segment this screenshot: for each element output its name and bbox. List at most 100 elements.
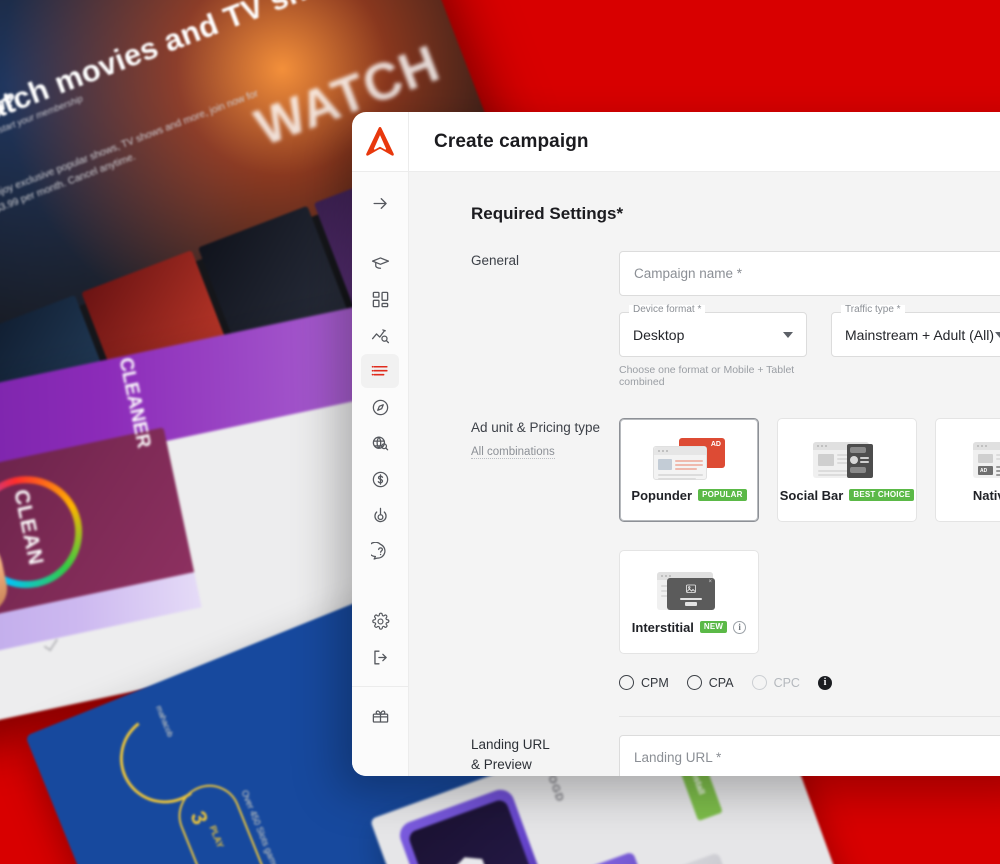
chevron-down-icon [783, 332, 793, 338]
chart-search-icon [371, 326, 390, 345]
sidebar-item-finance[interactable] [361, 462, 399, 496]
campaign-name-input[interactable]: Campaign name * [619, 251, 1000, 296]
dollar-coin-icon [371, 470, 390, 489]
sidebar-item-campaigns[interactable] [361, 354, 399, 388]
device-format-select[interactable]: Desktop [619, 312, 807, 357]
social-bar-card-name: Social Bar [780, 488, 844, 503]
row-general: General Campaign name * Desktop [409, 251, 1000, 388]
ad-unit-label-col: Ad unit & Pricing type All combinations [471, 418, 619, 717]
adsterra-a-logo-icon [365, 126, 395, 158]
sidebar-item-settings[interactable] [361, 604, 399, 638]
ad-unit-cards-row-1: AD [619, 418, 1000, 522]
globe-search-icon [371, 434, 390, 453]
radio-circle [619, 675, 634, 690]
landing-label-line2: & Preview [471, 755, 609, 775]
logo-cell[interactable] [352, 112, 409, 171]
screenshot-root: Watch movies and TV shows Enjoy exclusiv… [0, 0, 1000, 864]
general-label: General [471, 251, 609, 271]
logout-arrow-icon [371, 648, 390, 667]
traffic-type-legend: Traffic type * [841, 305, 905, 315]
sidebar-divider [352, 686, 409, 687]
sidebar-item-traffic-chart[interactable] [361, 426, 399, 460]
traffic-type-select[interactable]: Mainstream + Adult (All) [831, 312, 1000, 357]
pricing-radio-cpa[interactable]: CPA [687, 675, 734, 690]
sidebar-item-tracking[interactable] [361, 498, 399, 532]
ad-unit-fields: AD [619, 418, 1000, 717]
popunder-card-name: Popunder [631, 488, 692, 503]
gift-box-icon [371, 707, 390, 726]
native-bar-card-name: Native Bar [973, 488, 1000, 503]
gear-icon [371, 612, 390, 631]
sidebar-item-collapse-expand[interactable] [361, 186, 399, 220]
general-label-col: General [471, 251, 619, 388]
traffic-type-value: Mainstream + Adult (All) [845, 327, 994, 343]
content-area: Required Settings* General Campaign name… [409, 172, 1000, 776]
traffic-type-wrap: Mainstream + Adult (All) Traffic type * [831, 312, 1000, 388]
page-title: Create campaign [434, 131, 589, 153]
campaign-name-placeholder: Campaign name * [634, 266, 742, 281]
interstitial-card-badge: NEW [700, 621, 727, 633]
ad-unit-card-native-bar[interactable]: AD Native Bar [935, 418, 1000, 522]
target-power-icon [371, 506, 390, 525]
grid-blocks-icon [371, 290, 390, 309]
creative-phone-screen [407, 798, 563, 864]
sidebar-item-dashboard[interactable] [361, 282, 399, 316]
image-icon [684, 583, 698, 595]
list-lines-icon [371, 362, 390, 381]
sidebar-item-academy[interactable] [361, 246, 399, 280]
app-topbar: Create campaign [352, 112, 1000, 172]
ad-unit-card-social-bar[interactable]: Social Bar BEST CHOICE [777, 418, 917, 522]
social-bar-window-icon [811, 438, 883, 480]
sidebar-item-referral-gift[interactable] [361, 699, 399, 733]
creative-vpn-tile-a [552, 851, 662, 864]
device-format-hint: Choose one format or Mobile + Tablet com… [619, 364, 807, 388]
social-bar-card-foot: Social Bar BEST CHOICE [780, 488, 914, 503]
landing-url-input[interactable]: Landing URL * [619, 735, 1000, 776]
title-cell: Create campaign [409, 112, 589, 171]
native-banner-window-icon: AD [969, 438, 1000, 480]
sidebar [352, 172, 409, 776]
arrow-right-icon [371, 194, 390, 213]
device-format-value: Desktop [633, 327, 684, 343]
interstitial-window-icon: × [653, 570, 725, 612]
compass-icon [371, 398, 390, 417]
rainbow-ring-icon [0, 466, 93, 599]
ad-unit-sublabel-wrap: All combinations [471, 442, 609, 464]
sidebar-item-statistics[interactable] [361, 318, 399, 352]
interstitial-card-foot: Interstitial NEW i [632, 620, 746, 635]
sidebar-item-help[interactable] [361, 534, 399, 568]
row-ad-unit: Ad unit & Pricing type All combinations [409, 418, 1000, 717]
sidebar-item-logout[interactable] [361, 640, 399, 674]
radio-circle [687, 675, 702, 690]
selects-row: Desktop Device format * Choose one forma… [619, 312, 1000, 388]
social-bar-card-badge: BEST CHOICE [849, 489, 914, 501]
sidebar-item-explore[interactable] [361, 390, 399, 424]
ad-unit-card-interstitial[interactable]: × In [619, 550, 759, 654]
pricing-label-cpm: CPM [641, 676, 669, 690]
landing-url-placeholder: Landing URL * [634, 750, 721, 765]
native-bar-card-foot: Native Bar [973, 488, 1000, 503]
section-title: Required Settings* [409, 204, 1000, 224]
creative-vpn-tile-b [652, 852, 742, 864]
interstitial-card-name: Interstitial [632, 620, 694, 635]
general-fields: Campaign name * Desktop Device format * [619, 251, 1000, 388]
ad-unit-sublabel[interactable]: All combinations [471, 446, 555, 459]
landing-label-col: Landing URL & Preview Use domains with S… [471, 735, 619, 776]
pricing-type-group: CPM CPA CPC i [619, 675, 1000, 690]
popunder-window-ad-icon: AD [653, 438, 725, 480]
landing-fields: Landing URL * Maximum 1000 characters Ex… [619, 735, 1000, 776]
app-window: Create campaign [352, 112, 1000, 776]
pricing-radio-cpc: CPC [752, 675, 800, 690]
pricing-label-cpc: CPC [774, 676, 800, 690]
pricing-radio-cpm[interactable]: CPM [619, 675, 669, 690]
landing-label-line1: Landing URL [471, 735, 609, 755]
question-chat-icon [371, 542, 390, 561]
info-filled-icon[interactable]: i [818, 676, 832, 690]
device-format-wrap: Desktop Device format * Choose one forma… [619, 312, 807, 388]
popunder-card-badge: POPULAR [698, 489, 747, 501]
ad-unit-label: Ad unit & Pricing type [471, 418, 609, 438]
info-outline-icon[interactable]: i [733, 621, 746, 634]
ad-unit-card-popunder[interactable]: AD [619, 418, 759, 522]
pricing-label-cpa: CPA [709, 676, 734, 690]
row-landing-url: Landing URL & Preview Use domains with S… [409, 735, 1000, 776]
